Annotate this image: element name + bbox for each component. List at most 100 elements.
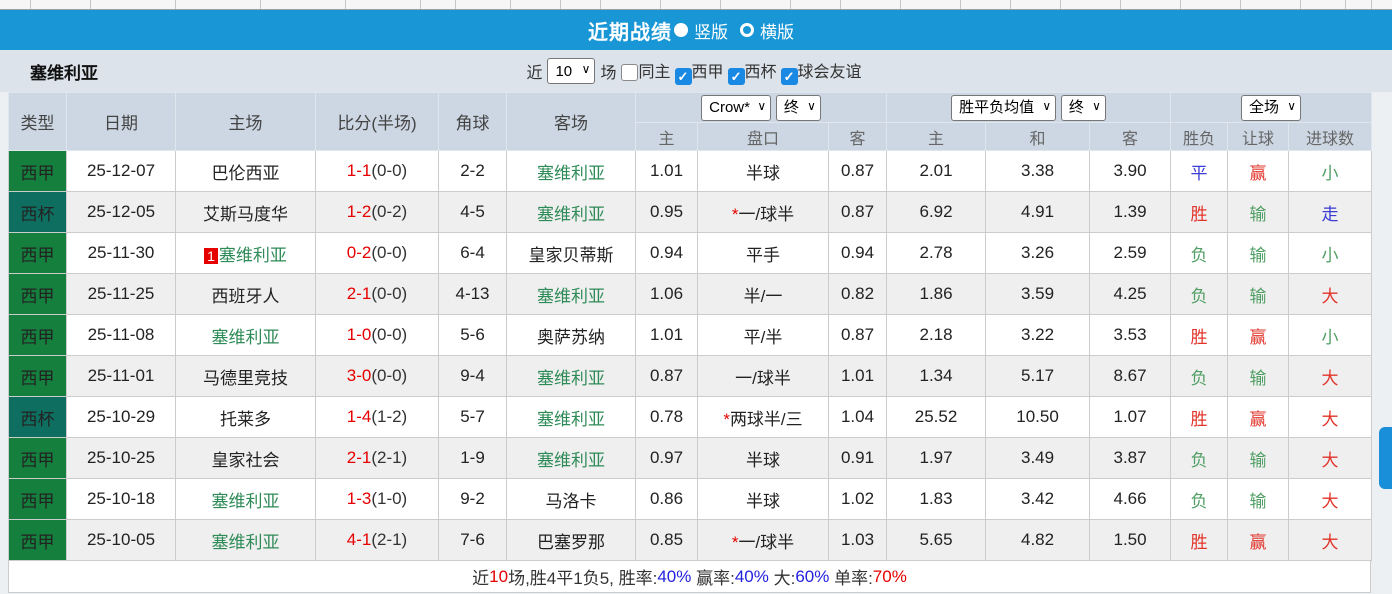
filter-checkbox-label[interactable]: 西甲 bbox=[692, 64, 724, 81]
result-goals: 大 bbox=[1289, 356, 1372, 397]
filter-checkbox-西杯[interactable]: ✓ bbox=[728, 68, 745, 85]
result-goals: 大 bbox=[1289, 438, 1372, 479]
score-cell: 1-2(0-2) bbox=[316, 192, 439, 233]
ah-away-odds: 1.01 bbox=[829, 356, 887, 397]
result-goals: 大 bbox=[1289, 274, 1372, 315]
horizontal-layout-label[interactable]: 横版 bbox=[760, 18, 794, 43]
full-time-score: 2-1 bbox=[347, 448, 372, 467]
table-column-divider bbox=[30, 0, 31, 9]
ah-line: 半球 bbox=[698, 438, 829, 479]
summary-text-part: 70% bbox=[873, 567, 907, 587]
result-wdl-text: 平 bbox=[1191, 164, 1208, 183]
europe-time-select[interactable]: 终 bbox=[1061, 95, 1106, 121]
result-goals-text: 大 bbox=[1322, 369, 1339, 388]
handicap-line-text: 平手 bbox=[746, 246, 780, 265]
match-row: 西杯25-12-05艾斯马度华1-2(0-2)4-5塞维利亚0.95*一/球半0… bbox=[9, 192, 1372, 233]
ah-line: *一/球半 bbox=[698, 192, 829, 233]
result-wdl-text: 胜 bbox=[1191, 533, 1208, 552]
table-column-divider bbox=[510, 0, 511, 9]
handicap-company-select[interactable]: Crow* bbox=[701, 95, 771, 121]
result-handicap-text: 输 bbox=[1250, 246, 1267, 265]
filter-controls: 近 10 ∨ 场 同主✓西甲✓西杯✓球会友谊 bbox=[526, 58, 865, 85]
result-wdl-text: 胜 bbox=[1191, 205, 1208, 224]
summary-text-part: 40% bbox=[657, 567, 691, 587]
side-panel-tab[interactable] bbox=[1379, 427, 1392, 489]
vertical-layout-label[interactable]: 竖版 bbox=[694, 18, 728, 43]
eu-draw-odds: 3.42 bbox=[986, 479, 1090, 520]
handicap-time-select[interactable]: 终 bbox=[776, 95, 821, 121]
filter-checkbox-西甲[interactable]: ✓ bbox=[675, 68, 692, 85]
eu-draw-odds: 4.91 bbox=[986, 192, 1090, 233]
filter-checkbox-同主[interactable] bbox=[621, 64, 638, 81]
result-handicap-text: 输 bbox=[1250, 287, 1267, 306]
summary-text-part: 赢率: bbox=[691, 564, 734, 589]
match-row: 西甲25-10-05塞维利亚4-1(2-1)7-6巴塞罗那0.85*一/球半1.… bbox=[9, 520, 1372, 561]
table-column-divider bbox=[720, 0, 721, 9]
ah-line: 半球 bbox=[698, 479, 829, 520]
subheader-result-handicap: 让球 bbox=[1228, 123, 1289, 151]
vertical-layout-radio[interactable] bbox=[674, 23, 688, 37]
filter-checkbox-label[interactable]: 西杯 bbox=[745, 64, 777, 81]
handicap-line-text: 平/半 bbox=[744, 328, 783, 347]
full-time-score: 1-3 bbox=[347, 489, 372, 508]
result-goals-text: 大 bbox=[1322, 492, 1339, 511]
result-handicap-text: 赢 bbox=[1250, 328, 1267, 347]
home-team-cell: 艾斯马度华 bbox=[176, 192, 316, 233]
subheader-result-wdl: 胜负 bbox=[1171, 123, 1228, 151]
result-handicap: 赢 bbox=[1228, 397, 1289, 438]
score-cell: 2-1(2-1) bbox=[316, 438, 439, 479]
result-goals-text: 大 bbox=[1322, 410, 1339, 429]
corners-cell: 5-7 bbox=[439, 397, 507, 438]
match-row: 西甲25-12-07巴伦西亚1-1(0-0)2-2塞维利亚1.01半球0.872… bbox=[9, 151, 1372, 192]
score-cell: 1-4(1-2) bbox=[316, 397, 439, 438]
ah-away-odds: 0.87 bbox=[829, 315, 887, 356]
ah-line: *两球半/三 bbox=[698, 397, 829, 438]
result-goals-text: 小 bbox=[1322, 164, 1339, 183]
team-name-text: 塞维利亚 bbox=[537, 205, 605, 224]
section-title: 近期战绩 bbox=[588, 16, 672, 45]
table-column-divider bbox=[1180, 0, 1181, 9]
date-cell: 25-10-25 bbox=[67, 438, 176, 479]
table-column-divider bbox=[1371, 0, 1372, 9]
result-goals-text: 大 bbox=[1322, 533, 1339, 552]
ah-away-odds: 0.94 bbox=[829, 233, 887, 274]
match-row: 西甲25-11-08塞维利亚1-0(0-0)5-6奥萨苏纳1.01平/半0.87… bbox=[9, 315, 1372, 356]
eu-away-odds: 4.25 bbox=[1090, 274, 1171, 315]
result-goals: 大 bbox=[1289, 520, 1372, 561]
horizontal-layout-radio[interactable] bbox=[740, 23, 754, 37]
team-name-text: 艾斯马度华 bbox=[203, 205, 288, 224]
half-time-score: (2-1) bbox=[371, 530, 407, 549]
away-team-cell: 马洛卡 bbox=[507, 479, 636, 520]
eu-draw-odds: 3.59 bbox=[986, 274, 1090, 315]
home-team-cell: 皇家社会 bbox=[176, 438, 316, 479]
europe-odds-select[interactable]: 胜平负均值 bbox=[951, 95, 1056, 121]
result-handicap-text: 赢 bbox=[1250, 533, 1267, 552]
filter-checkbox-label[interactable]: 同主 bbox=[638, 64, 670, 81]
date-cell: 25-12-07 bbox=[67, 151, 176, 192]
type-cell: 西甲 bbox=[9, 274, 67, 315]
filter-checkbox-label[interactable]: 球会友谊 bbox=[798, 64, 862, 81]
result-scope-select[interactable]: 全场 bbox=[1241, 95, 1301, 121]
recent-count-select[interactable]: 10 bbox=[547, 58, 595, 84]
subheader-ah-home: 主 bbox=[636, 123, 698, 151]
away-team-cell: 塞维利亚 bbox=[507, 397, 636, 438]
date-cell: 25-11-25 bbox=[67, 274, 176, 315]
section-title-bar: 近期战绩 竖版 横版 bbox=[0, 10, 1392, 50]
home-team-cell: 塞维利亚 bbox=[176, 315, 316, 356]
eu-away-odds: 3.87 bbox=[1090, 438, 1171, 479]
eu-draw-odds: 3.26 bbox=[986, 233, 1090, 274]
ah-home-odds: 0.87 bbox=[636, 356, 698, 397]
team-name-text: 奥萨苏纳 bbox=[537, 328, 605, 347]
eu-home-odds: 1.97 bbox=[887, 438, 986, 479]
full-time-score: 1-2 bbox=[347, 202, 372, 221]
table-column-divider bbox=[560, 0, 561, 9]
filter-checkbox-球会友谊[interactable]: ✓ bbox=[781, 68, 798, 85]
team-name: 塞维利亚 bbox=[30, 59, 98, 84]
away-team-cell: 皇家贝蒂斯 bbox=[507, 233, 636, 274]
result-handicap-text: 赢 bbox=[1250, 164, 1267, 183]
score-cell: 1-3(1-0) bbox=[316, 479, 439, 520]
subheader-eu-home: 主 bbox=[887, 123, 986, 151]
ah-home-odds: 0.95 bbox=[636, 192, 698, 233]
team-name-text: 皇家社会 bbox=[212, 451, 280, 470]
team-name-text: 皇家贝蒂斯 bbox=[529, 246, 614, 265]
